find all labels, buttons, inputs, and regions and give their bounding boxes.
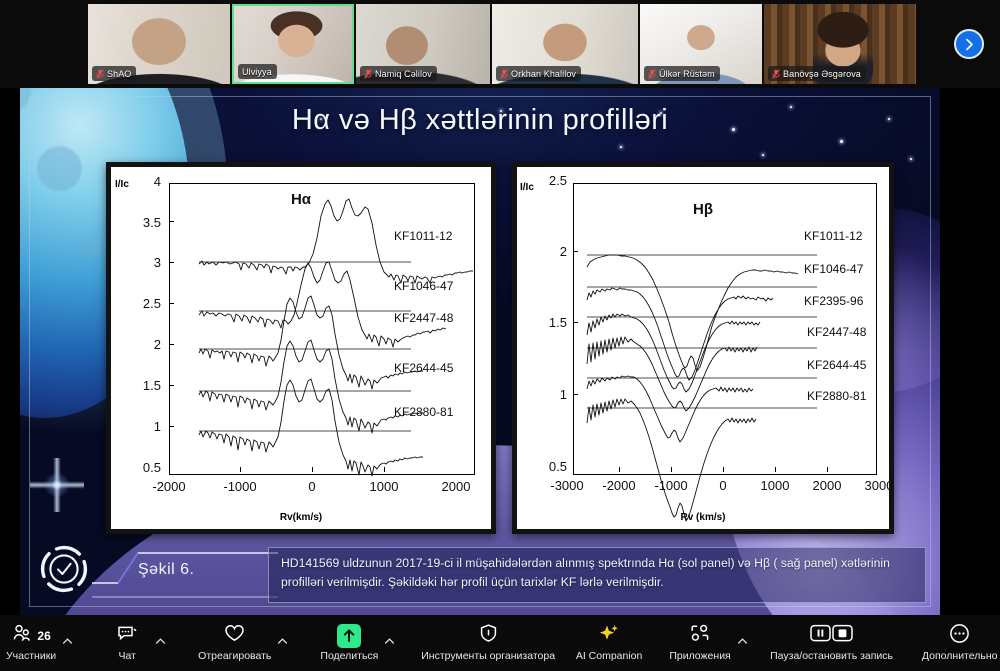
participant-name: Orkhan Khalilov xyxy=(511,68,577,79)
figure-panel-halpha: Hα I/Ic 4 3.5 3 2.5 2 1.5 1 0.5 -2000 -1… xyxy=(106,162,496,534)
toolbar-reactions-button[interactable]: Отреагировать xyxy=(192,618,277,668)
apps-caret-icon[interactable] xyxy=(737,634,748,645)
participant-name-badge: Ülkər Rüstəm xyxy=(644,66,720,81)
gallery-next-page-button[interactable] xyxy=(954,29,984,59)
shared-screen-slide: Hα və Hβ xəttlərinin profilləri Hα I/Ic … xyxy=(20,88,940,615)
participant-name-badge: Banövşə Əsgərova xyxy=(768,66,866,81)
toolbar-label: Отреагировать xyxy=(198,649,272,662)
participant-name-badge: Namiq Cəlilov xyxy=(360,66,437,81)
series-label: KF2395-96 xyxy=(804,294,864,308)
share-screen-icon xyxy=(337,623,362,648)
spectra-traces xyxy=(586,254,817,522)
toolbar-label: Чат xyxy=(118,649,136,662)
participant-tile[interactable]: ShAO xyxy=(88,4,230,84)
toolbar-apps-button[interactable]: Приложения xyxy=(663,618,736,668)
participant-name-badge: Orkhan Khalilov xyxy=(496,66,582,81)
star-dot xyxy=(910,158,912,160)
star-dot xyxy=(762,154,764,156)
figure-number-label: Şəkil 6. xyxy=(138,561,195,578)
series-label: KF2447-48 xyxy=(394,311,454,325)
toolbar-label: Приложения xyxy=(669,649,731,662)
participant-tile[interactable]: Banövşə Əsgərova xyxy=(764,4,916,84)
figure-caption: HD141569 uldzunun 2017-19-ci il müşahidə… xyxy=(268,547,926,603)
series-label: KF1046-47 xyxy=(804,262,864,276)
series-label: KF1011-12 xyxy=(804,229,863,243)
mic-muted-icon xyxy=(500,68,508,79)
toolbar-ai-companion-button[interactable]: AI Companion xyxy=(573,618,645,668)
series-label: KF1011-12 xyxy=(394,229,453,243)
toolbar-label: AI Companion xyxy=(575,649,643,662)
toolbar-more-button[interactable]: Дополнительно xyxy=(919,618,1000,668)
meeting-toolbar: 26 Участники Чат Отреагировать Поделитьс… xyxy=(0,615,1000,671)
mic-muted-icon xyxy=(96,68,104,79)
more-dots-icon xyxy=(949,623,970,649)
mic-muted-icon xyxy=(364,68,372,79)
participant-name: Banövşə Əsgərova xyxy=(783,68,861,79)
video-gallery-strip: ShAO Ulviyya Namiq Cəlilov Orkhan Khalil… xyxy=(0,0,1000,88)
chat-caret-icon[interactable] xyxy=(155,634,166,645)
toolbar-label: Дополнительно xyxy=(921,649,998,662)
toolbar-label: Пауза/остановить запись xyxy=(770,649,894,662)
spectra-traces xyxy=(198,198,473,477)
series-label: KF2644-45 xyxy=(394,361,454,375)
sparkle-icon xyxy=(598,623,620,649)
chart-halpha: Hα I/Ic 4 3.5 3 2.5 2 1.5 1 0.5 -2000 -1… xyxy=(111,167,491,529)
figure-badge: Şəkil 6. xyxy=(34,539,284,601)
participant-name: Ülkər Rüstəm xyxy=(659,68,715,79)
series-label: KF2880-81 xyxy=(394,405,454,419)
chart-hbeta: Hβ I/Ic 2.5 2 1.5 1 0.5 -3000 -2000 -100… xyxy=(517,167,893,529)
toolbar-host-tools-button[interactable]: Инструменты организатора xyxy=(421,618,555,668)
series-label: KF1046-47 xyxy=(394,279,454,293)
star-dot xyxy=(620,146,622,148)
toolbar-participants-button[interactable]: 26 Участники xyxy=(0,618,62,668)
reactions-caret-icon[interactable] xyxy=(277,634,288,645)
participant-tile[interactable]: Ülkər Rüstəm xyxy=(640,4,762,84)
participant-tile[interactable]: Namiq Cəlilov xyxy=(356,4,490,84)
heart-icon xyxy=(223,623,246,648)
series-label: KF2447-48 xyxy=(807,325,867,339)
toolbar-label: Участники xyxy=(6,649,57,662)
toolbar-chat-button[interactable]: Чат xyxy=(99,618,155,668)
participant-name: Namiq Cəlilov xyxy=(375,68,432,79)
series-label: KF2880-81 xyxy=(807,389,867,403)
toolbar-label: Поделиться xyxy=(320,649,379,662)
participant-name-badge: ShAO xyxy=(92,66,137,81)
circle-check-icon xyxy=(40,545,88,593)
participants-count: 26 xyxy=(37,628,51,643)
star-dot xyxy=(840,140,843,143)
mic-muted-icon xyxy=(648,68,656,79)
participant-name-badge: Ulviyya xyxy=(238,64,277,79)
toolbar-share-screen-button[interactable]: Поделиться xyxy=(314,618,384,668)
participants-icon xyxy=(11,624,33,647)
participant-name: Ulviyya xyxy=(242,66,272,77)
series-label: KF2644-45 xyxy=(807,358,867,372)
participant-tile-active-speaker[interactable]: Ulviyya xyxy=(232,4,354,84)
shield-icon xyxy=(479,623,498,648)
figure-panel-hbeta: Hβ I/Ic 2.5 2 1.5 1 0.5 -3000 -2000 -100… xyxy=(512,162,894,534)
mic-muted-icon xyxy=(772,68,780,79)
pause-stop-record-icon xyxy=(809,623,854,648)
toolbar-label: Инструменты организатора xyxy=(421,649,556,662)
chat-icon xyxy=(116,624,138,648)
chevron-right-icon xyxy=(962,37,977,52)
sparkle-star-decoration xyxy=(30,458,84,512)
share-caret-icon[interactable] xyxy=(384,634,395,645)
participants-caret-icon[interactable] xyxy=(62,634,73,645)
participant-tile[interactable]: Orkhan Khalilov xyxy=(492,4,638,84)
figure-caption-text: HD141569 uldzunun 2017-19-ci il müşahidə… xyxy=(281,556,890,590)
toolbar-pause-stop-record-button[interactable]: Пауза/остановить запись xyxy=(770,618,894,668)
apps-icon xyxy=(689,623,711,648)
slide-title: Hα və Hβ xəttlərinin profilləri xyxy=(291,104,669,136)
participant-name: ShAO xyxy=(107,68,132,79)
